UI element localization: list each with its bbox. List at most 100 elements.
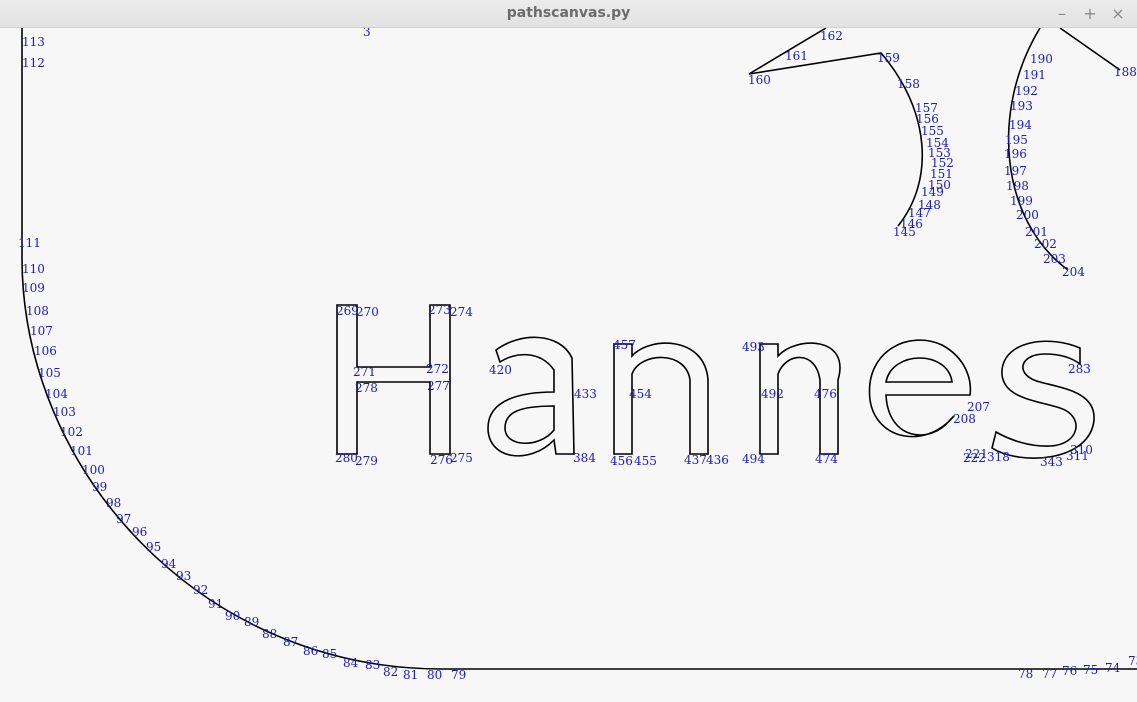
point-label: 200	[1016, 208, 1039, 222]
point-label: 273	[428, 303, 451, 317]
point-label: 494	[742, 452, 765, 466]
point-label: 80	[427, 668, 442, 682]
point-label: 101	[70, 444, 93, 458]
point-label: 191	[1023, 68, 1046, 82]
point-label: 270	[356, 305, 379, 319]
point-label: 199	[1010, 194, 1033, 208]
point-label: 420	[489, 363, 512, 377]
point-label-group: 3113112111110109108107106105104103102101…	[18, 25, 1137, 682]
point-label: 104	[45, 387, 68, 401]
point-label: 73	[1128, 654, 1137, 668]
point-label: 78	[1018, 667, 1033, 681]
point-label: 476	[814, 387, 837, 401]
point-label: 93	[176, 569, 191, 583]
glyph-a	[487, 336, 575, 457]
point-label: 277	[427, 379, 450, 393]
point-label: 109	[22, 281, 45, 295]
point-label: 97	[116, 512, 131, 526]
point-label: 105	[38, 366, 61, 380]
point-label: 278	[355, 381, 378, 395]
point-label: 81	[403, 668, 418, 682]
point-label: 188	[1114, 65, 1137, 79]
point-label: 198	[1006, 179, 1029, 193]
point-label: 194	[1009, 118, 1032, 132]
point-label: 492	[761, 387, 784, 401]
minimize-button[interactable]: –	[1051, 3, 1073, 25]
point-label: 106	[34, 344, 57, 358]
point-label: 88	[262, 627, 277, 641]
point-label: 454	[629, 387, 652, 401]
point-label: 74	[1105, 661, 1121, 675]
glyph-s	[991, 340, 1095, 459]
point-label: 92	[193, 583, 208, 597]
point-label: 192	[1015, 84, 1038, 98]
point-label: 112	[22, 56, 45, 70]
point-label: 99	[92, 480, 107, 494]
point-label: 311	[1066, 449, 1089, 463]
point-label: 436	[706, 453, 729, 467]
point-label: 86	[303, 644, 318, 658]
point-label: 159	[877, 51, 900, 65]
point-label: 3	[363, 28, 371, 39]
point-label: 89	[244, 615, 259, 629]
point-label: 204	[1062, 265, 1085, 279]
point-label: 85	[322, 647, 337, 661]
point-label: 437	[684, 453, 707, 467]
point-label: 98	[106, 496, 121, 510]
point-label: 195	[1005, 133, 1028, 147]
point-label: 100	[82, 463, 105, 477]
point-label: 455	[634, 454, 657, 468]
window-title: pathscanvas.py	[506, 5, 631, 21]
point-label: 94	[161, 557, 177, 571]
point-label: 84	[343, 656, 359, 670]
point-label: 83	[365, 658, 380, 672]
point-label: 145	[893, 225, 916, 239]
point-label: 103	[53, 405, 76, 419]
point-label: 456	[610, 454, 633, 468]
point-label: 95	[146, 540, 161, 554]
path-drawing: 3113112111110109108107106105104103102101…	[18, 25, 1137, 682]
point-label: 384	[573, 451, 596, 465]
point-label: 77	[1042, 667, 1057, 681]
point-label: 161	[785, 49, 808, 63]
maximize-button[interactable]: +	[1079, 3, 1101, 25]
point-label: 110	[22, 262, 45, 276]
point-label: 474	[815, 452, 838, 466]
point-label: 318	[987, 450, 1010, 464]
point-label: 102	[60, 425, 83, 439]
point-label: 271	[353, 365, 376, 379]
point-label: 202	[1034, 237, 1057, 251]
point-label: 158	[897, 77, 920, 91]
point-label: 76	[1062, 664, 1077, 678]
point-label: 149	[921, 185, 944, 199]
close-button[interactable]: ×	[1107, 3, 1129, 25]
point-label: 87	[283, 635, 298, 649]
point-label: 197	[1004, 164, 1027, 178]
point-label: 275	[450, 451, 473, 465]
point-label: 457	[613, 338, 636, 352]
point-label: 193	[1010, 99, 1033, 113]
point-label: 343	[1040, 455, 1063, 469]
point-label: 433	[574, 387, 597, 401]
point-label: 75	[1083, 663, 1098, 677]
point-label: 160	[748, 73, 771, 87]
point-label: 79	[451, 668, 466, 682]
point-label: 272	[426, 362, 449, 376]
point-label: 113	[22, 35, 45, 49]
point-label: 203	[1043, 252, 1066, 266]
point-label: 196	[1004, 147, 1027, 161]
drawing-canvas[interactable]: 3 113 112 111 110 109 108 107 106 105 104 103 102 101…	[0, 25, 1137, 698]
point-label: 279	[355, 454, 378, 468]
point-label: 208	[953, 412, 976, 426]
point-label: 96	[132, 525, 147, 539]
point-label: 493	[742, 340, 765, 354]
point-label: 283	[1068, 362, 1091, 376]
point-label: 274	[450, 305, 473, 319]
point-label: 222	[963, 451, 986, 465]
point-label: 111	[18, 236, 41, 250]
point-label: 91	[208, 597, 223, 611]
point-label: 107	[30, 324, 53, 338]
point-label: 190	[1030, 52, 1053, 66]
point-label: 108	[26, 304, 49, 318]
window-titlebar[interactable]: pathscanvas.py – + ×	[0, 0, 1137, 28]
